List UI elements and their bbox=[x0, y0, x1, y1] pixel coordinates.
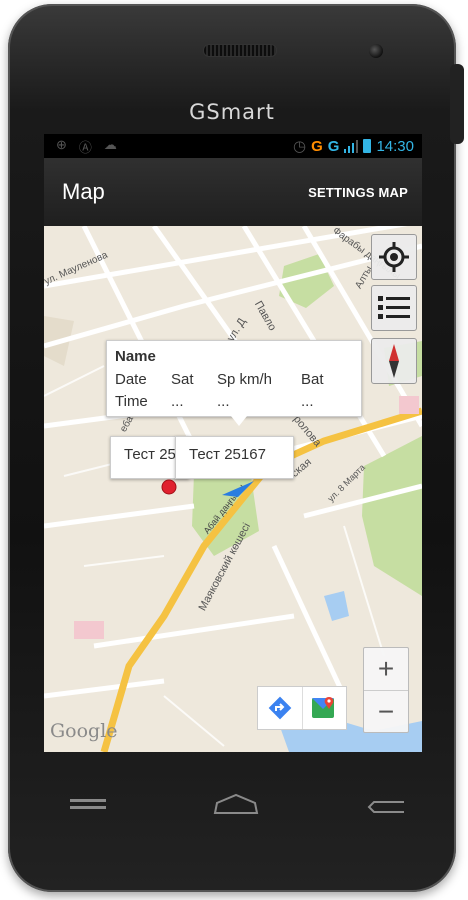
my-location-button[interactable] bbox=[371, 234, 417, 280]
google-maps-icon bbox=[312, 697, 335, 718]
network-indicator-1: G bbox=[311, 137, 323, 155]
red-marker-icon[interactable] bbox=[160, 478, 178, 496]
google-attribution: Google bbox=[50, 720, 118, 742]
info-header-sat: Sat bbox=[171, 371, 194, 388]
battery-icon bbox=[363, 139, 372, 153]
info-window[interactable]: Name Date Sat Sp km/h Bat Time ... ... .… bbox=[106, 340, 362, 426]
menu-icon[interactable] bbox=[70, 797, 110, 813]
front-camera bbox=[369, 44, 383, 58]
signal-bars-icon bbox=[344, 140, 359, 153]
open-maps-button[interactable] bbox=[303, 687, 347, 729]
info-name-label: Name bbox=[115, 348, 156, 365]
zoom-control: + − bbox=[363, 647, 409, 733]
info-value: ... bbox=[217, 393, 230, 410]
info-header-date: Date bbox=[115, 371, 147, 388]
directions-button[interactable] bbox=[258, 687, 303, 729]
earpiece-speaker bbox=[203, 44, 277, 57]
info-value: ... bbox=[171, 393, 184, 410]
compass-icon bbox=[389, 344, 399, 378]
sync-icon: Ⓐ bbox=[78, 139, 92, 155]
blue-direction-arrow-icon[interactable] bbox=[220, 479, 256, 499]
cloud-icon: ☁ bbox=[103, 136, 117, 152]
settings-map-button[interactable]: SETTINGS MAP bbox=[308, 185, 422, 200]
list-icon bbox=[378, 296, 410, 319]
page-title: Map bbox=[62, 179, 105, 204]
screen: ⊕ Ⓐ ☁ ◷ G G 14:30 Map SETTINGS MAP ул. М… bbox=[44, 134, 422, 752]
directions-icon bbox=[268, 696, 292, 720]
list-button[interactable] bbox=[371, 285, 417, 331]
map-toolbar bbox=[257, 686, 347, 730]
back-icon[interactable] bbox=[366, 797, 406, 817]
marker-label[interactable]: Тест 25167 bbox=[175, 436, 294, 479]
map-view[interactable]: ул. Мауленова Фарабы даңғылы Алты ул. Д … bbox=[44, 226, 422, 752]
home-icon[interactable] bbox=[213, 793, 259, 815]
network-indicator-2: G bbox=[327, 137, 340, 155]
info-header-speed: Sp km/h bbox=[217, 371, 273, 388]
info-window-pointer bbox=[231, 416, 247, 426]
status-bar: ⊕ Ⓐ ☁ ◷ G G 14:30 bbox=[44, 134, 422, 158]
action-bar: Map SETTINGS MAP bbox=[44, 158, 422, 226]
info-header-bat: Bat bbox=[301, 371, 324, 388]
brand-logo: GSmart bbox=[189, 100, 275, 124]
clock: 14:30 bbox=[376, 137, 414, 155]
zoom-out-button[interactable]: − bbox=[364, 691, 408, 733]
compass-button[interactable] bbox=[371, 338, 417, 384]
info-time-label: Time bbox=[115, 393, 148, 410]
crosshair-icon bbox=[379, 242, 409, 272]
gps-icon: ⊕ bbox=[56, 136, 67, 152]
zoom-in-button[interactable]: + bbox=[364, 648, 408, 690]
alarm-icon: ◷ bbox=[293, 138, 307, 155]
info-value: ... bbox=[301, 393, 314, 410]
